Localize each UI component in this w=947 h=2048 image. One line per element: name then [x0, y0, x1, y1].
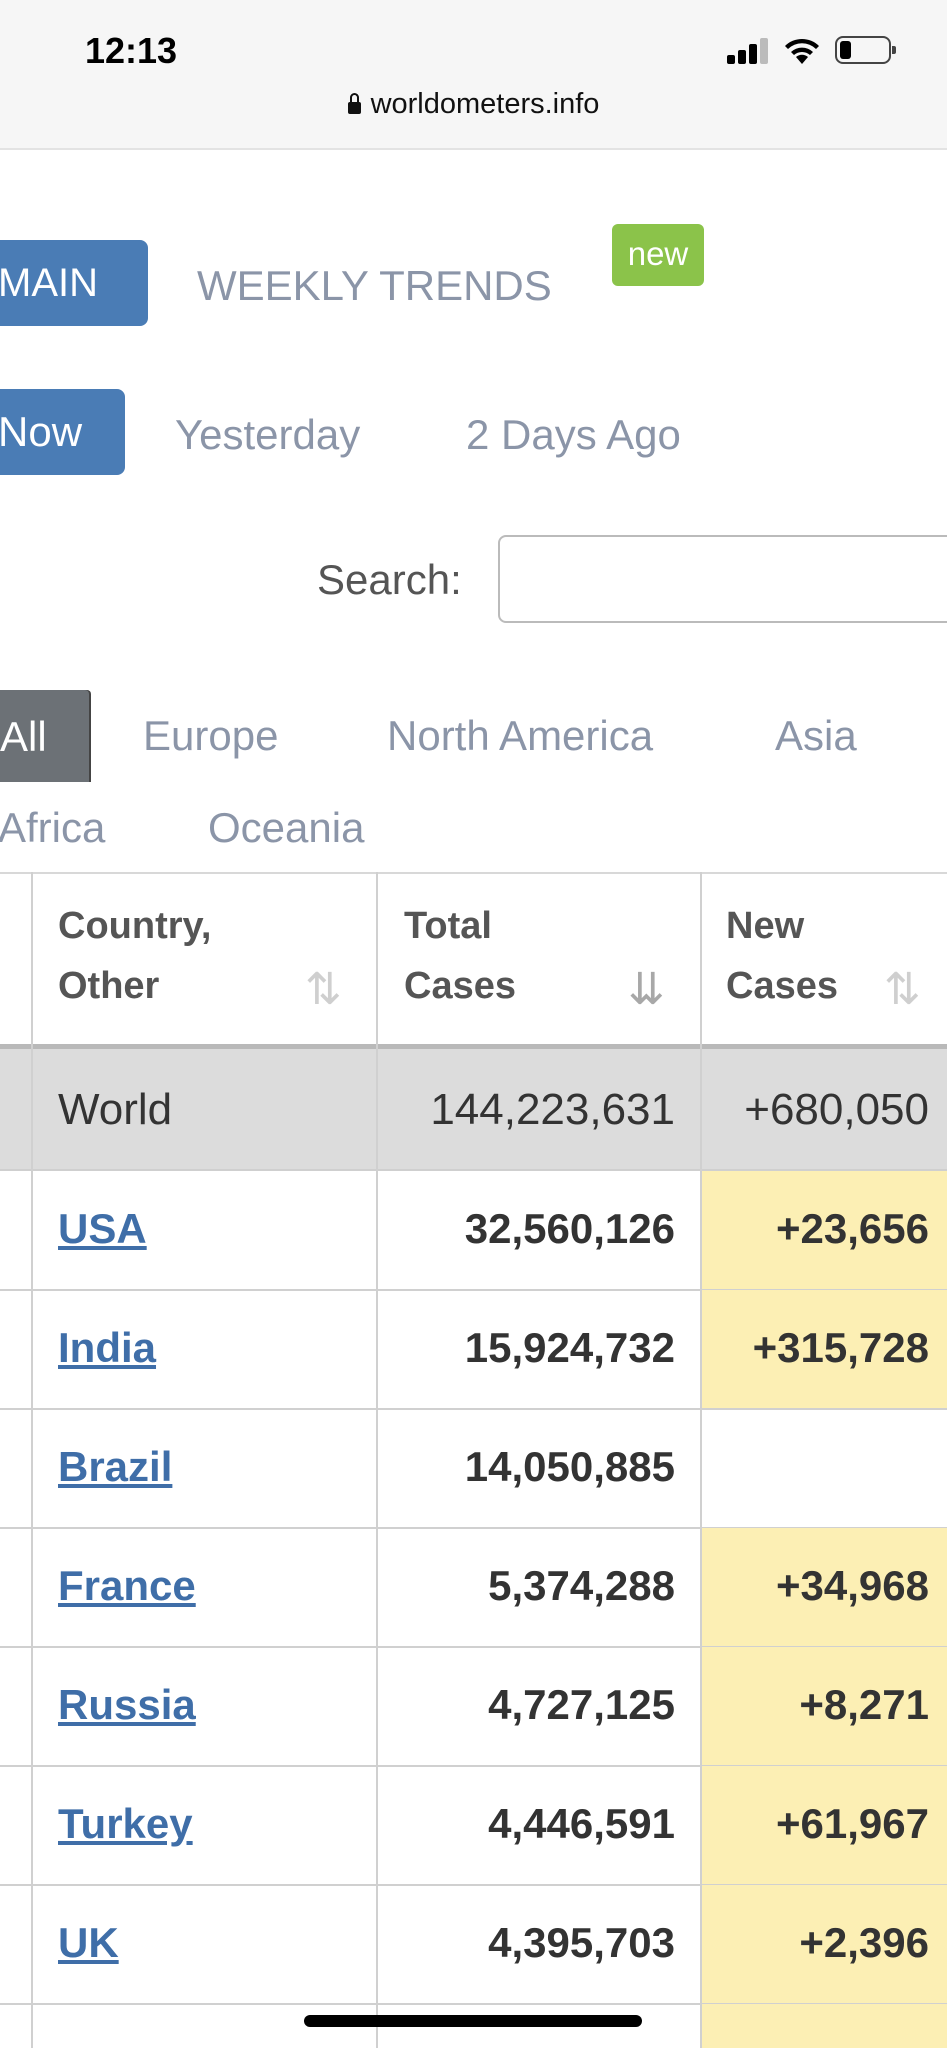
cell-new-cases: +315,728 — [702, 1290, 947, 1408]
table-row: USA 32,560,126 +23,656 — [0, 1171, 947, 1291]
cell-new-cases: +680,050 — [744, 1085, 929, 1134]
tab-weekly-trends[interactable]: WEEKLY TRENDS — [197, 262, 552, 310]
cell-new-cases: +8,271 — [702, 1647, 947, 1765]
cell-new-cases: +23,656 — [702, 1171, 947, 1289]
sort-icon[interactable]: ⇅ — [305, 964, 342, 1015]
column-divider — [376, 872, 378, 2048]
region-tab-africa[interactable]: Africa — [0, 804, 105, 852]
battery-icon — [835, 36, 896, 64]
new-badge: new — [612, 224, 704, 286]
table-row-world: World 144,223,631 +680,050 — [0, 1049, 947, 1171]
home-indicator[interactable] — [304, 2015, 642, 2027]
table-row: France 5,374,288 +34,968 — [0, 1528, 947, 1648]
cell-new-cases: +34,968 — [702, 1528, 947, 1646]
cell-total-cases: 14,050,885 — [464, 1443, 675, 1490]
search-label: Search: — [317, 556, 462, 603]
country-link[interactable]: Brazil — [58, 1443, 172, 1491]
cell-new-cases: +61,967 — [702, 1766, 947, 1884]
table-row: Russia 4,727,125 +8,271 — [0, 1647, 947, 1767]
cellular-signal-icon — [727, 38, 771, 64]
table-row: Turkey 4,446,591 +61,967 — [0, 1766, 947, 1886]
country-link[interactable]: France — [58, 1562, 196, 1610]
cell-total-cases: 4,446,591 — [488, 1800, 675, 1847]
cell-total-cases: 32,560,126 — [464, 1205, 675, 1252]
wifi-icon — [785, 38, 819, 64]
search-input[interactable] — [498, 535, 947, 623]
tab-two-days-ago[interactable]: 2 Days Ago — [466, 411, 681, 459]
cell-total-cases: 15,924,732 — [464, 1324, 675, 1371]
header-total-cases[interactable]: Total Cases — [404, 896, 516, 1016]
sort-desc-icon[interactable]: ⇊ — [628, 964, 665, 1015]
cell-total-cases: 4,727,125 — [488, 1681, 675, 1728]
header-new-cases[interactable]: New Cases — [726, 896, 838, 1016]
sort-icon[interactable]: ⇅ — [884, 964, 921, 1015]
header-country[interactable]: Country, Other — [58, 896, 211, 1016]
cell-new-cases — [702, 1409, 947, 1527]
cell-total-cases: 144,223,631 — [430, 1085, 675, 1134]
country-link[interactable]: India — [58, 1324, 156, 1372]
tab-now[interactable]: Now — [0, 389, 125, 475]
cell-new-cases: +2,396 — [702, 1885, 947, 2003]
table-row: UK 4,395,703 +2,396 — [0, 1885, 947, 2005]
cell-new-cases — [702, 2004, 947, 2048]
address-bar[interactable]: worldometers.info — [0, 88, 947, 121]
cell-total-cases: 4,395,703 — [488, 1919, 675, 1966]
cell-total-cases: 5,374,288 — [488, 1562, 675, 1609]
region-tab-north-america[interactable]: North America — [387, 712, 653, 760]
status-bar: 12:13 worldometers.info — [0, 0, 947, 150]
table-row: India 15,924,732 +315,728 — [0, 1290, 947, 1410]
column-divider — [31, 872, 33, 2048]
country-link[interactable]: USA — [58, 1205, 147, 1253]
cell-country: World — [58, 1085, 173, 1134]
region-tab-oceania[interactable]: Oceania — [208, 804, 364, 852]
country-link[interactable]: UK — [58, 1919, 119, 1967]
lock-icon — [347, 93, 361, 114]
region-tab-europe[interactable]: Europe — [143, 712, 278, 760]
column-divider — [700, 872, 702, 2048]
table-row: Brazil 14,050,885 — [0, 1409, 947, 1529]
country-link[interactable]: Turkey — [58, 1800, 193, 1848]
region-tab-asia[interactable]: Asia — [775, 712, 857, 760]
status-time: 12:13 — [85, 30, 178, 71]
country-link[interactable]: Russia — [58, 1681, 196, 1729]
region-tab-all[interactable]: All — [0, 690, 89, 782]
tab-main[interactable]: MAIN — [0, 240, 148, 326]
table-header: Country, Other ⇅ Total Cases ⇊ New Cases… — [0, 872, 947, 1046]
tab-yesterday[interactable]: Yesterday — [175, 411, 360, 459]
url-text: worldometers.info — [370, 88, 600, 120]
